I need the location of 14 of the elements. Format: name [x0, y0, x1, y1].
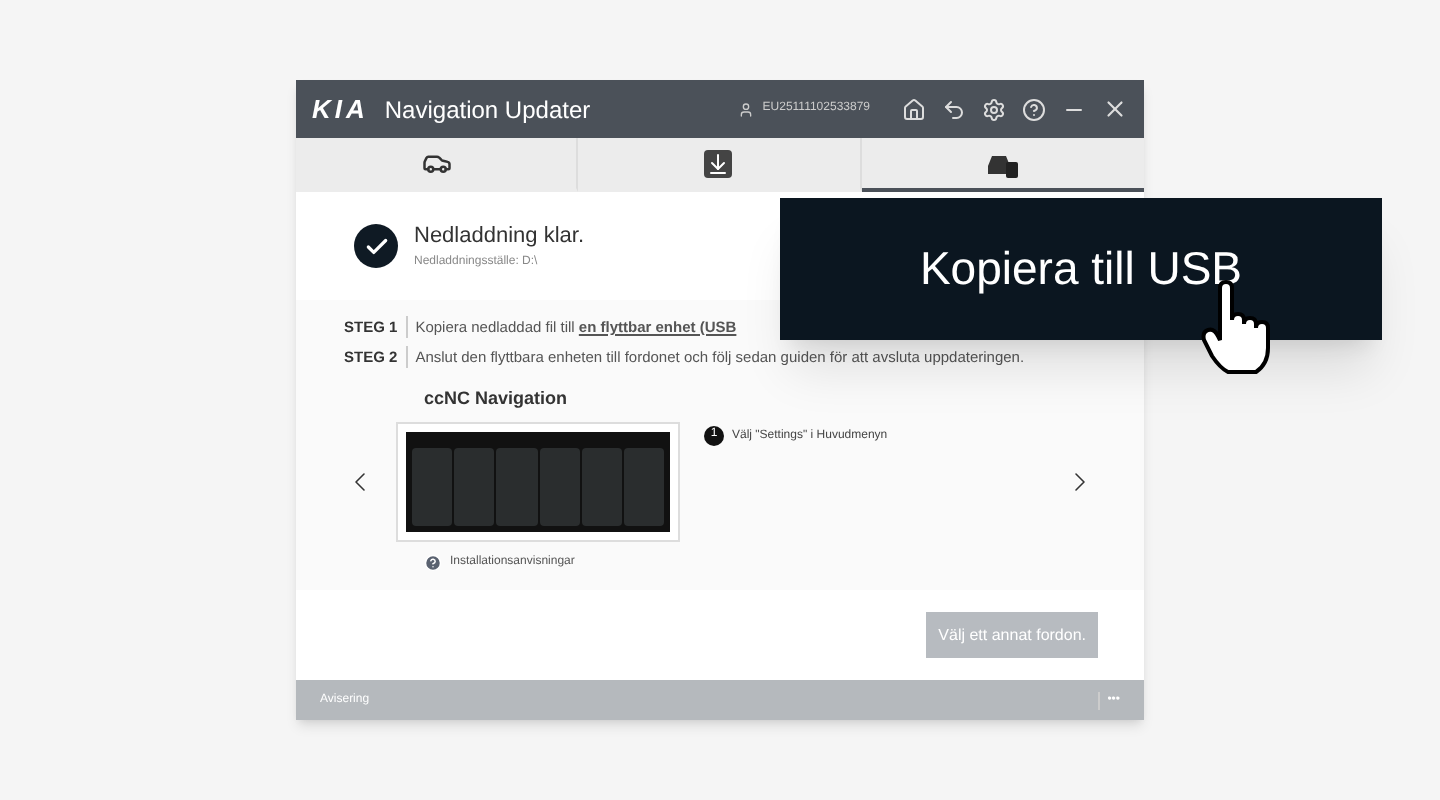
check-icon: [354, 224, 398, 268]
copy-to-usb-button[interactable]: Kopiera till USB: [780, 198, 1382, 340]
help-icon[interactable]: [1022, 97, 1046, 121]
download-icon: [704, 149, 733, 177]
status-title: Nedladdning klar.: [414, 222, 585, 253]
user-icon: [738, 101, 755, 117]
window-title: Navigation Updater: [384, 93, 591, 127]
close-icon[interactable]: [1102, 96, 1128, 122]
back-icon[interactable]: [942, 97, 966, 121]
help-icon: [424, 553, 442, 571]
logo: KIA: [312, 91, 369, 128]
home-icon[interactable]: [902, 97, 926, 121]
settings-icon[interactable]: [982, 97, 1006, 121]
guide-title: ccNC Navigation: [424, 386, 570, 412]
